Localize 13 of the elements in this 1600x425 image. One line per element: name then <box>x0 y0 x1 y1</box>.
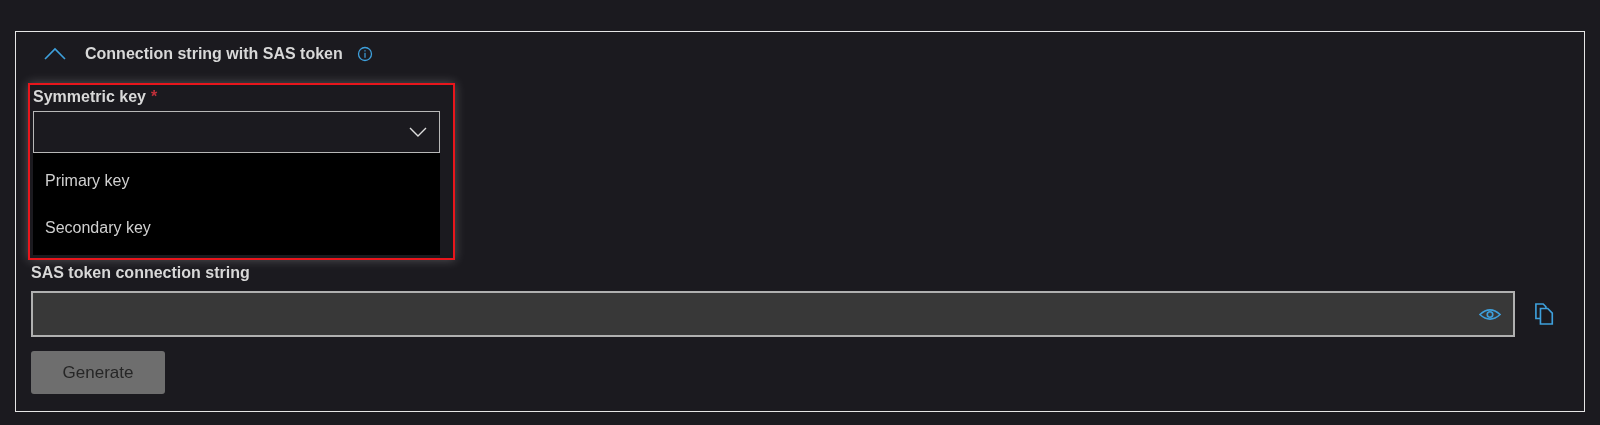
field-label: Symmetric key <box>33 88 146 106</box>
copy-icon[interactable] <box>1535 303 1555 325</box>
eye-icon[interactable] <box>1479 307 1501 321</box>
chevron-icon[interactable] <box>43 47 67 61</box>
menu-item[interactable]: Primary key <box>33 157 440 204</box>
menu-item[interactable]: Secondary key <box>33 204 440 251</box>
section-title: Connection string with SAS token <box>85 45 343 63</box>
info-icon[interactable] <box>356 46 373 62</box>
required-mark: * <box>150 88 158 106</box>
chevron-icon <box>409 127 427 137</box>
connection-string-field[interactable] <box>31 291 1515 337</box>
dropdown-field[interactable] <box>33 111 440 153</box>
field-label: SAS token connection string <box>31 264 251 282</box>
